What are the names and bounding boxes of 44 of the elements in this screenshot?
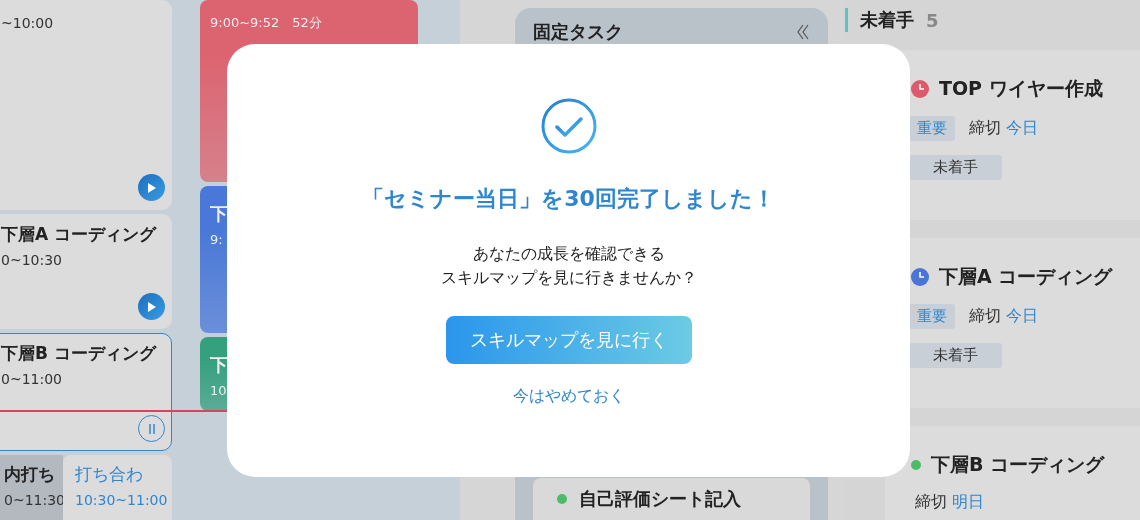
- deadline-text: 締切 今日: [969, 306, 1039, 327]
- dialog-message: あなたの成長を確認できる スキルマップを見に行きませんか？: [440, 243, 697, 289]
- event-time: 0~11:30: [4, 492, 65, 508]
- event-title: 内打ち: [4, 463, 55, 486]
- play-button[interactable]: [138, 293, 165, 320]
- card-title: 下層A コーディング: [1, 223, 157, 246]
- card-time: ~10:00: [1, 15, 54, 31]
- play-icon: [146, 300, 157, 313]
- task-card[interactable]: 下層B コーディング 締切 明日: [885, 426, 1140, 520]
- schedule-card[interactable]: 下層A コーディング 0~10:30: [0, 214, 172, 329]
- task-card[interactable]: 自己評価シート記入: [533, 478, 810, 520]
- deadline-text: 締切 明日: [915, 492, 985, 513]
- schedule-card[interactable]: ~10:00: [0, 0, 172, 210]
- status-tag: 未着手: [909, 343, 1002, 368]
- dismiss-link[interactable]: 今はやめておく: [512, 386, 625, 407]
- card-time: 0~10:30: [1, 252, 62, 268]
- schedule-card[interactable]: 下層B コーディング 0~11:00: [0, 333, 172, 451]
- deadline-text: 締切 今日: [969, 118, 1039, 139]
- play-icon: [146, 181, 157, 194]
- collapse-icon[interactable]: [796, 24, 810, 40]
- block-title: 下: [210, 202, 228, 226]
- event-time: 10:30~11:00: [74, 492, 168, 508]
- task-title: 下層B コーディング: [931, 452, 1105, 477]
- task-count: 5: [926, 9, 939, 31]
- block-time: 10: [210, 383, 227, 398]
- play-button[interactable]: [138, 174, 165, 201]
- check-circle-icon: [540, 98, 597, 154]
- task-title: 下層A コーディング: [939, 264, 1113, 289]
- dialog-title: 「セミナー当日」を30回完了しました！: [362, 185, 775, 213]
- priority-tag: 重要: [909, 116, 955, 141]
- panel-title: 固定タスク: [533, 20, 623, 44]
- priority-tag: 重要: [909, 304, 955, 329]
- card-time: 0~11:00: [1, 371, 62, 387]
- event-title: 打ち合わ: [74, 463, 143, 486]
- task-title: 自己評価シート記入: [579, 487, 741, 511]
- column-title: 未着手: [860, 8, 914, 32]
- block-title: 下: [210, 353, 228, 377]
- block-time: 9:00~9:52 52分: [210, 14, 322, 32]
- event-card[interactable]: 内打ち 0~11:30: [0, 455, 63, 520]
- status-tag: 未着手: [909, 155, 1002, 180]
- block-time: 9:: [210, 232, 223, 247]
- card-title: 下層B コーディング: [1, 342, 156, 365]
- pause-icon: [147, 422, 156, 435]
- task-title: TOP ワイヤー作成: [939, 76, 1103, 101]
